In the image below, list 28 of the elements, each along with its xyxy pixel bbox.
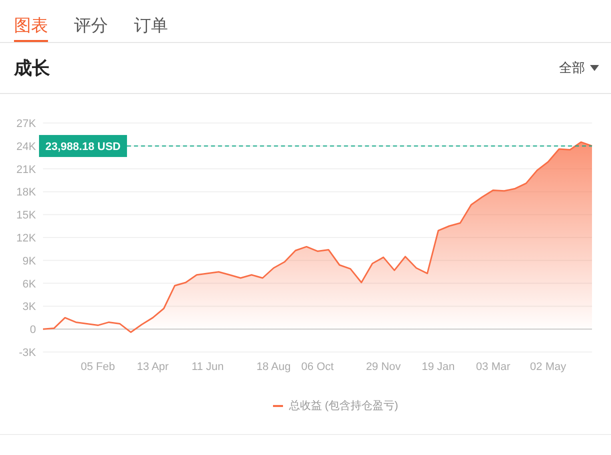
x-axis-label: 02 May: [530, 361, 566, 373]
caret-icon: [590, 65, 599, 71]
filter-dropdown[interactable]: 全部: [559, 59, 599, 77]
x-axis-label: 06 Oct: [301, 361, 334, 373]
y-axis-label: 6K: [22, 278, 36, 290]
ref-line-label: 23,988.18 USD: [45, 140, 121, 153]
y-axis-label: 12K: [16, 232, 36, 244]
x-axis-label: 13 Apr: [136, 361, 169, 373]
x-axis-label: 11 Jun: [192, 361, 224, 373]
x-axis-label: 03 Mar: [476, 361, 510, 373]
x-axis-label: 29 Nov: [366, 361, 401, 373]
legend-label: 总收益 (包含持仓盈亏): [288, 399, 398, 413]
y-axis-label: -3K: [18, 347, 36, 359]
y-axis-label: 21K: [16, 164, 36, 176]
y-axis-label: 3K: [22, 301, 36, 314]
x-axis-label: 05 Feb: [80, 361, 116, 373]
y-axis-label: 15K: [16, 210, 36, 222]
y-axis-label: 0: [30, 324, 36, 336]
tab[interactable]: 评分: [74, 14, 108, 42]
section-title: 成长: [14, 57, 50, 80]
y-axis-label: 27K: [16, 118, 36, 130]
tab[interactable]: 订单: [134, 14, 168, 42]
x-axis-label: 18 Aug: [256, 361, 291, 373]
value-badge: 23,988.18 USD: [39, 135, 127, 157]
x-axis-label: 19 Jan: [422, 361, 455, 373]
y-axis-label: 18K: [16, 186, 36, 199]
y-axis-label: 24K: [16, 140, 36, 153]
y-axis-label: 9K: [22, 255, 36, 268]
